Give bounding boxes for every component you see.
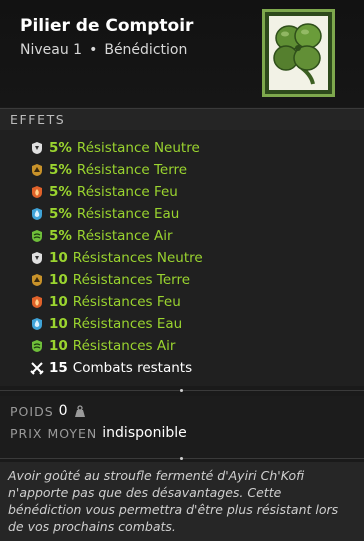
tooltip-header: Pilier de Comptoir Niveau 1 • Bénédiction xyxy=(0,0,364,107)
item-type: Bénédiction xyxy=(104,42,188,58)
divider-dot xyxy=(180,457,183,460)
effect-label: Résistance Air xyxy=(76,228,173,244)
effect-value: 5% xyxy=(49,162,72,178)
air-element-icon xyxy=(32,230,42,242)
effect-row: 5% Résistance Eau xyxy=(30,203,179,225)
price-stat: PRIX MOYEN indisponible xyxy=(10,425,187,441)
effect-label: Résistance Eau xyxy=(76,206,180,222)
earth-element-icon xyxy=(32,164,42,176)
effect-label: Résistances Terre xyxy=(72,272,190,288)
water-element-icon xyxy=(32,208,42,220)
weight-stat: POIDS 0 xyxy=(10,403,87,419)
effect-value: 10 xyxy=(49,338,68,354)
effect-label: Résistances Air xyxy=(72,338,176,354)
effect-label: Résistances Neutre xyxy=(72,250,203,266)
fire-element-icon xyxy=(32,186,42,198)
effect-label: Résistance Terre xyxy=(76,162,188,178)
effect-value: 15 xyxy=(49,360,68,376)
effects-header: EFFETS xyxy=(0,108,364,131)
item-tooltip: Pilier de Comptoir Niveau 1 • Bénédiction … xyxy=(0,0,364,541)
price-label: PRIX MOYEN xyxy=(10,425,98,441)
effect-label: Résistance Neutre xyxy=(76,140,200,156)
effect-value: 10 xyxy=(49,316,68,332)
fire-element-icon xyxy=(32,296,42,308)
effect-label: Résistance Feu xyxy=(76,184,178,200)
effect-row: 10 Résistances Eau xyxy=(30,313,182,335)
effect-row: 5% Résistance Feu xyxy=(30,181,178,203)
item-image-frame xyxy=(262,9,335,97)
effect-label: Résistances Eau xyxy=(72,316,183,332)
effect-row: 5% Résistance Terre xyxy=(30,159,187,181)
effect-value: 10 xyxy=(49,250,68,266)
effects-list: 5% Résistance Neutre 5% Résistance Terre… xyxy=(0,130,364,386)
effect-row: 10 Résistances Feu xyxy=(30,291,181,313)
water-element-icon xyxy=(32,318,42,330)
effect-value: 5% xyxy=(49,184,72,200)
effect-label: Combats restants xyxy=(72,360,193,376)
item-subtitle: Niveau 1 • Bénédiction xyxy=(20,42,187,58)
weight-value: 0 xyxy=(58,403,68,419)
effect-value: 5% xyxy=(49,228,72,244)
crossed-swords-icon xyxy=(30,362,44,375)
neutral-element-icon xyxy=(32,142,42,154)
item-image xyxy=(269,16,328,90)
effect-value: 5% xyxy=(49,140,72,156)
four-leaf-clover-icon xyxy=(273,23,322,85)
effect-row: 10 Résistances Neutre xyxy=(30,247,203,269)
weight-icon xyxy=(74,404,85,417)
effects-title: EFFETS xyxy=(10,112,66,127)
item-stats: POIDS 0 PRIX MOYEN indisponible xyxy=(0,396,364,458)
effect-value: 10 xyxy=(49,294,68,310)
divider-dot xyxy=(180,389,183,392)
effect-row: 15 Combats restants xyxy=(30,357,192,379)
weight-label: POIDS xyxy=(10,403,54,419)
item-level: Niveau 1 xyxy=(20,42,83,58)
effect-value: 5% xyxy=(49,206,72,222)
price-value: indisponible xyxy=(102,425,187,441)
neutral-element-icon xyxy=(32,252,42,264)
effect-row: 10 Résistances Terre xyxy=(30,269,190,291)
air-element-icon xyxy=(32,340,42,352)
item-description: Avoir goûté au stroufle fermenté d'Ayiri… xyxy=(8,468,339,534)
separator-dot: • xyxy=(89,42,98,58)
item-name: Pilier de Comptoir xyxy=(20,16,194,36)
item-description-panel: Avoir goûté au stroufle fermenté d'Ayiri… xyxy=(0,462,364,541)
effect-label: Résistances Feu xyxy=(72,294,181,310)
effect-row: 5% Résistance Neutre xyxy=(30,137,200,159)
earth-element-icon xyxy=(32,274,42,286)
effect-value: 10 xyxy=(49,272,68,288)
effect-row: 10 Résistances Air xyxy=(30,335,175,357)
effect-row: 5% Résistance Air xyxy=(30,225,173,247)
